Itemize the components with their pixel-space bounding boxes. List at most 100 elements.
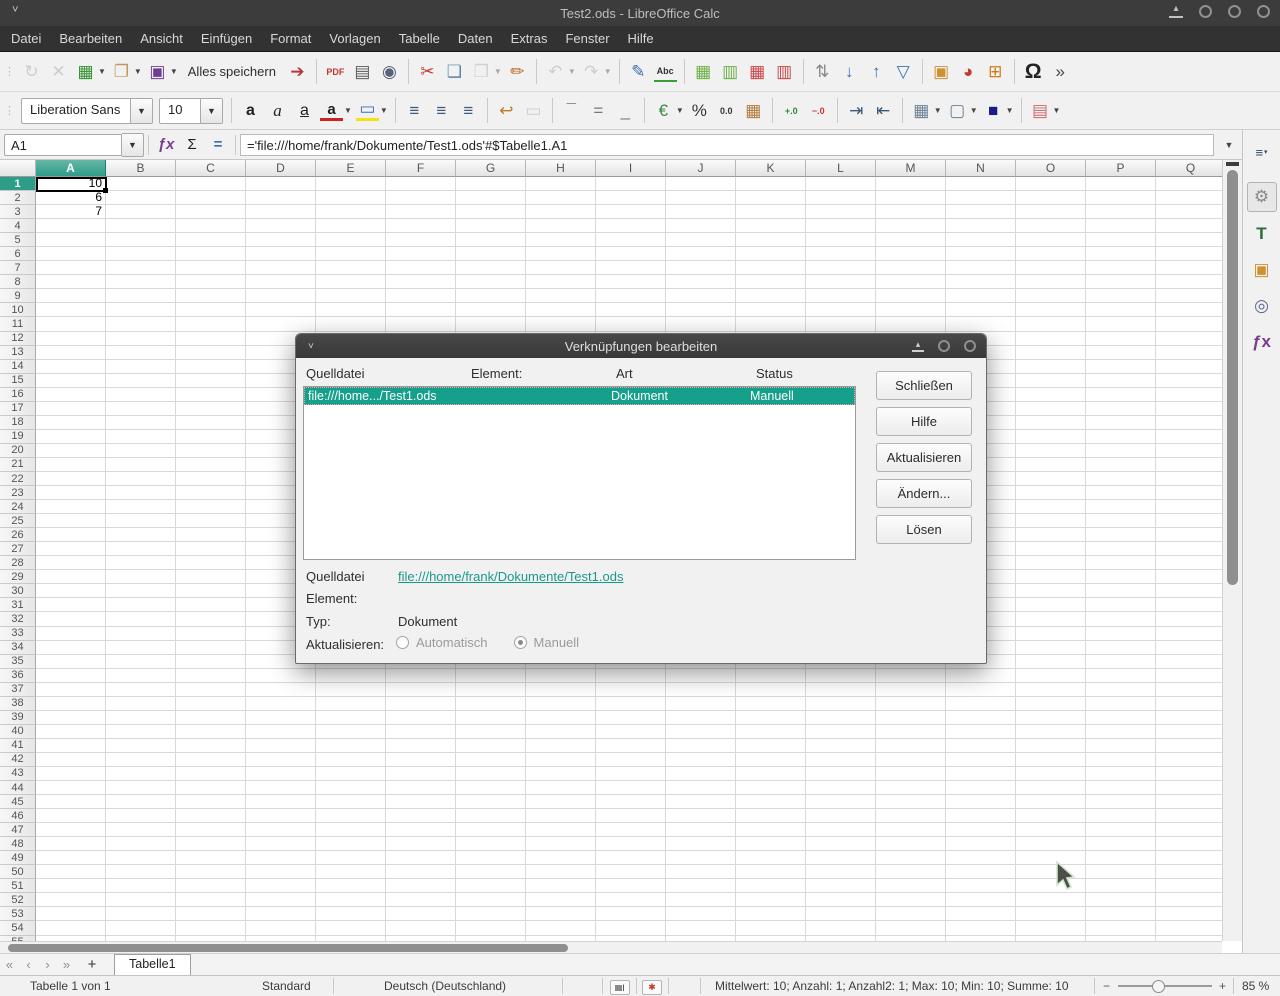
spelling-button[interactable]: Abc [653, 61, 678, 83]
print-button[interactable]: ▤ [350, 59, 375, 84]
cell-q44[interactable] [1156, 781, 1222, 795]
cell-l41[interactable] [806, 739, 876, 753]
row-header-10[interactable]: 10 [0, 303, 36, 317]
cell-e36[interactable] [316, 669, 386, 683]
row-header-19[interactable]: 19 [0, 430, 36, 444]
row-header-32[interactable]: 32 [0, 612, 36, 626]
cell-f45[interactable] [386, 795, 456, 809]
break-link-button[interactable]: Lösen [876, 515, 972, 544]
sheet-tab-tabelle1[interactable]: Tabelle1 [114, 954, 191, 975]
pivot-table-button[interactable]: ⊞ [983, 59, 1008, 84]
cell-o40[interactable] [1016, 725, 1086, 739]
cell-i43[interactable] [596, 767, 666, 781]
cell-c13[interactable] [176, 346, 246, 360]
cell-n4[interactable] [946, 219, 1016, 233]
cell-q31[interactable] [1156, 598, 1222, 612]
cell-p11[interactable] [1086, 317, 1156, 331]
cell-d42[interactable] [246, 753, 316, 767]
cell-m8[interactable] [876, 275, 946, 289]
cell-o52[interactable] [1016, 893, 1086, 907]
cell-i8[interactable] [596, 275, 666, 289]
cell-o17[interactable] [1016, 402, 1086, 416]
cell-f44[interactable] [386, 781, 456, 795]
cell-i9[interactable] [596, 289, 666, 303]
row-header-12[interactable]: 12 [0, 332, 36, 346]
insert-image-button[interactable]: ▣ [929, 59, 954, 84]
date-format-button[interactable]: ▦ [741, 98, 766, 123]
cell-o3[interactable] [1016, 205, 1086, 219]
cell-o23[interactable] [1016, 486, 1086, 500]
cell-i4[interactable] [596, 219, 666, 233]
cell-p8[interactable] [1086, 275, 1156, 289]
copy-button[interactable]: ❏ [442, 59, 467, 84]
cell-m53[interactable] [876, 907, 946, 921]
cell-i40[interactable] [596, 725, 666, 739]
cell-o6[interactable] [1016, 247, 1086, 261]
cell-h42[interactable] [526, 753, 596, 767]
sheet-info[interactable]: Tabelle 1 von 1 [30, 979, 111, 993]
cell-d8[interactable] [246, 275, 316, 289]
row-header-22[interactable]: 22 [0, 472, 36, 486]
cell-d46[interactable] [246, 809, 316, 823]
row-header-46[interactable]: 46 [0, 809, 36, 823]
cell-j8[interactable] [666, 275, 736, 289]
cell-j11[interactable] [666, 317, 736, 331]
cell-g43[interactable] [456, 767, 526, 781]
cell-q2[interactable] [1156, 191, 1222, 205]
row-header-48[interactable]: 48 [0, 837, 36, 851]
split-handle[interactable] [1226, 162, 1239, 166]
cell-e54[interactable] [316, 921, 386, 935]
cell-o30[interactable] [1016, 584, 1086, 598]
cell-n47[interactable] [946, 823, 1016, 837]
menu-hilfe[interactable]: Hilfe [619, 27, 663, 50]
cell-l52[interactable] [806, 893, 876, 907]
cell-f38[interactable] [386, 697, 456, 711]
cell-l54[interactable] [806, 921, 876, 935]
cell-p25[interactable] [1086, 514, 1156, 528]
undo-dropdown-icon[interactable]: ▼ [568, 67, 576, 76]
cell-j3[interactable] [666, 205, 736, 219]
row-header-38[interactable]: 38 [0, 697, 36, 711]
cell-j47[interactable] [666, 823, 736, 837]
cell-b8[interactable] [106, 275, 176, 289]
cell-m9[interactable] [876, 289, 946, 303]
cell-a30[interactable] [36, 584, 106, 598]
cell-n43[interactable] [946, 767, 1016, 781]
cell-l53[interactable] [806, 907, 876, 921]
cell-c33[interactable] [176, 627, 246, 641]
cell-i7[interactable] [596, 261, 666, 275]
cell-c35[interactable] [176, 655, 246, 669]
cell-g53[interactable] [456, 907, 526, 921]
cell-p2[interactable] [1086, 191, 1156, 205]
cell-a52[interactable] [36, 893, 106, 907]
row-header-30[interactable]: 30 [0, 584, 36, 598]
cell-a12[interactable] [36, 332, 106, 346]
cell-b4[interactable] [106, 219, 176, 233]
cell-b23[interactable] [106, 486, 176, 500]
insert-chart-button[interactable]: ◕ [956, 59, 981, 84]
cell-d53[interactable] [246, 907, 316, 921]
align-center-button[interactable]: ≡ [429, 98, 454, 123]
percent-format-button[interactable]: % [687, 98, 712, 123]
cell-b7[interactable] [106, 261, 176, 275]
cell-m11[interactable] [876, 317, 946, 331]
page-style[interactable]: Standard [262, 979, 311, 993]
cell-g45[interactable] [456, 795, 526, 809]
cell-c30[interactable] [176, 584, 246, 598]
cell-d7[interactable] [246, 261, 316, 275]
cell-l50[interactable] [806, 865, 876, 879]
number-format-button[interactable]: 0.0 [714, 98, 739, 123]
column-header-g[interactable]: G [456, 160, 526, 177]
cell-i52[interactable] [596, 893, 666, 907]
vertical-scrollbar-thumb[interactable] [1227, 170, 1238, 585]
cell-j46[interactable] [666, 809, 736, 823]
cell-a23[interactable] [36, 486, 106, 500]
cell-k7[interactable] [736, 261, 806, 275]
cell-g10[interactable] [456, 303, 526, 317]
cell-l6[interactable] [806, 247, 876, 261]
cell-b39[interactable] [106, 711, 176, 725]
insert-column-left-button[interactable]: ▥ [718, 59, 743, 84]
next-sheet-icon[interactable]: › [38, 957, 57, 972]
language[interactable]: Deutsch (Deutschland) [384, 979, 506, 993]
cell-f10[interactable] [386, 303, 456, 317]
